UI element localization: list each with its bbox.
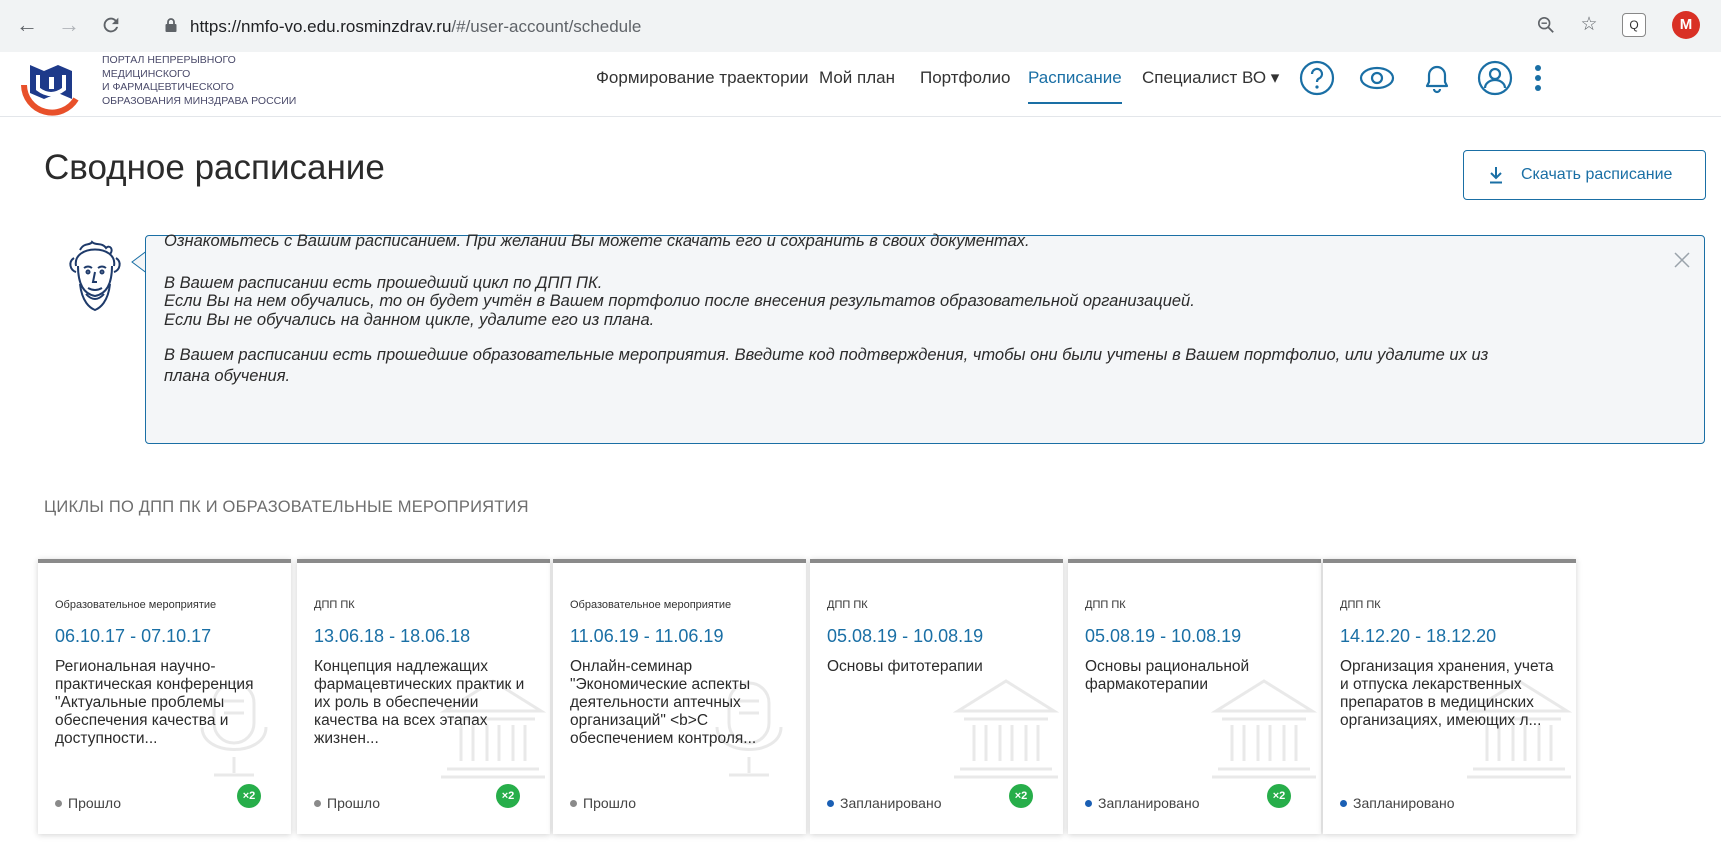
lock-icon xyxy=(165,18,177,32)
bell-icon[interactable] xyxy=(1417,58,1457,98)
card-type: Образовательное мероприятие xyxy=(570,599,732,611)
card-title: Организация хранения, учета и отпуска ле… xyxy=(1340,658,1554,729)
card-dates: 11.06.19 - 11.06.19 xyxy=(570,626,724,646)
user-account-icon[interactable] xyxy=(1475,58,1515,98)
browser-toolbar: ← → https://nmfo-vo.edu.rosminzdrav.ru/#… xyxy=(0,0,1721,53)
card-title: Региональная научно-практическая конфере… xyxy=(55,658,254,747)
status-dot xyxy=(570,799,577,807)
info-paragraph-2-line-3: Если Вы не обучались на данном цикле, уд… xyxy=(164,311,655,329)
card-type: ДПП ПК xyxy=(314,599,355,611)
download-schedule-button[interactable]: Скачать расписание xyxy=(1463,150,1706,200)
status-label: Прошло xyxy=(327,795,380,811)
more-vertical-icon[interactable] xyxy=(1528,58,1548,98)
card-dates: 06.10.17 - 07.10.17 xyxy=(55,626,212,646)
card-status: Запланировано xyxy=(827,795,942,811)
info-paragraph-1: Ознакомьтесь с Вашим расписанием. При же… xyxy=(164,232,1030,250)
status-dot xyxy=(827,799,834,807)
status-dot xyxy=(55,799,62,807)
multiplier-badge: ×2 xyxy=(1267,784,1291,808)
card-type: ДПП ПК xyxy=(1085,599,1126,611)
nav-trajectory[interactable]: Формирование траектории xyxy=(596,68,809,98)
card-status: Прошло xyxy=(570,795,636,811)
download-icon xyxy=(1490,167,1502,184)
card-type: ДПП ПК xyxy=(827,599,868,611)
reload-icon[interactable] xyxy=(98,12,124,38)
card-type: ДПП ПК xyxy=(1340,599,1381,611)
card-status: Прошло xyxy=(55,795,121,811)
close-icon[interactable] xyxy=(1673,251,1691,269)
bookmark-star-icon[interactable]: ☆ xyxy=(1576,12,1602,38)
schedule-card[interactable]: ДПП ПК 05.08.19 - 10.08.19 Основы фитотера… xyxy=(810,559,1063,834)
portal-logo-text: ПОРТАЛ НЕПРЕРЫВНОГО МЕДИЦИНСКОГО И ФАРМА… xyxy=(102,54,297,107)
card-status: Запланировано xyxy=(1085,795,1200,811)
nav-specialist-menu[interactable]: Специалист ВО ▾ xyxy=(1142,68,1279,98)
card-title: Онлайн-семинар "Экономические аспекты де… xyxy=(570,658,757,747)
forward-arrow-icon[interactable]: → xyxy=(56,12,82,38)
extension-icon[interactable]: Q xyxy=(1622,13,1646,37)
nav-portfolio[interactable]: Портфолио xyxy=(920,68,1010,98)
card-status: Запланировано xyxy=(1340,795,1455,811)
card-dates: 14.12.20 - 18.12.20 xyxy=(1340,626,1497,646)
card-status: Прошло xyxy=(314,795,380,811)
address-bar[interactable]: https://nmfo-vo.edu.rosminzdrav.ru/#/use… xyxy=(150,8,1560,44)
url-text: https://nmfo-vo.edu.rosminzdrav.ru/#/use… xyxy=(190,17,642,36)
multiplier-badge: ×2 xyxy=(496,784,520,808)
status-label: Прошло xyxy=(68,795,121,811)
card-title: Концепция надлежащих фармацевтических пр… xyxy=(314,658,525,747)
nav-schedule[interactable]: Расписание xyxy=(1028,68,1122,104)
card-title: Основы рациональной фармакотерапии xyxy=(1085,658,1250,693)
card-title: Основы фитотерапии xyxy=(827,658,983,675)
status-label: Прошло xyxy=(583,795,636,811)
status-dot xyxy=(1340,799,1347,807)
status-dot xyxy=(1085,799,1092,807)
schedule-card[interactable]: ДПП ПК 05.08.19 - 10.08.19 Основы рационал… xyxy=(1068,559,1321,834)
multiplier-badge: ×2 xyxy=(237,784,261,808)
zoom-icon[interactable] xyxy=(1533,12,1559,38)
card-dates: 05.08.19 - 10.08.19 xyxy=(827,626,984,646)
schedule-card[interactable]: Образовательное мероприятие 06.10.17 - 07… xyxy=(38,559,291,834)
help-icon[interactable] xyxy=(1297,58,1337,98)
status-label: Запланировано xyxy=(1353,795,1455,811)
schedule-card[interactable]: ДПП ПК 13.06.18 - 18.06.18 Концепция надле… xyxy=(297,559,550,834)
section-title: ЦИКЛЫ ПО ДПП ПК И ОБРАЗОВАТЕЛЬНЫЕ МЕРОПР… xyxy=(44,498,529,516)
status-dot xyxy=(314,799,321,807)
portal-logo-icon[interactable] xyxy=(16,55,88,117)
back-arrow-icon[interactable]: ← xyxy=(14,12,40,38)
status-label: Запланировано xyxy=(1098,795,1200,811)
info-paragraph-3-line-1: В Вашем расписании есть прошедшие образо… xyxy=(164,346,1489,364)
schedule-card[interactable]: ДПП ПК 14.12.20 - 18.12.20 Организация хра… xyxy=(1323,559,1576,834)
card-dates: 05.08.19 - 10.08.19 xyxy=(1085,626,1242,646)
schedule-card[interactable]: Образовательное мероприятие 11.06.19 - 11… xyxy=(553,559,806,834)
status-label: Запланировано xyxy=(840,795,942,811)
page-title: Сводное расписание xyxy=(44,148,385,187)
info-paragraph-3-line-2: плана обучения. xyxy=(164,367,291,385)
building-watermark-icon xyxy=(950,673,1062,783)
browser-profile-avatar[interactable]: M xyxy=(1672,11,1700,39)
nav-my-plan[interactable]: Мой план xyxy=(819,68,895,98)
card-type: Образовательное мероприятие xyxy=(55,599,217,611)
eye-icon[interactable] xyxy=(1357,58,1397,98)
card-dates: 13.06.18 - 18.06.18 xyxy=(314,626,471,646)
mascot-face-icon xyxy=(69,240,121,312)
multiplier-badge: ×2 xyxy=(1009,784,1033,808)
info-notice xyxy=(145,235,1705,444)
